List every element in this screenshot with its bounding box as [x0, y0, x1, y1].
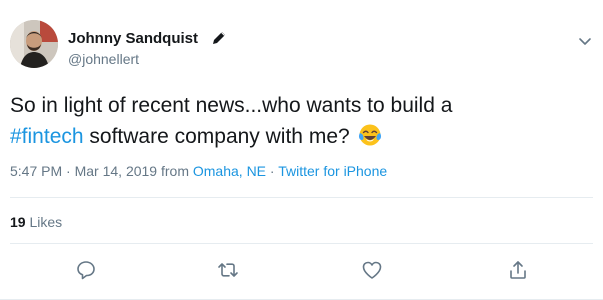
tweet-header: Johnny Sandquist @johnellert	[10, 20, 603, 74]
reply-icon[interactable]	[74, 258, 98, 282]
likes-label: Likes	[25, 214, 63, 230]
likes-count[interactable]: 19 Likes	[10, 214, 62, 230]
display-name[interactable]: Johnny Sandquist	[68, 30, 198, 47]
pen-icon	[210, 29, 228, 47]
tweet-meta: 5:47 PM · Mar 14, 2019 from Omaha, NE · …	[10, 163, 387, 179]
action-bar	[0, 258, 603, 284]
divider	[10, 243, 593, 244]
avatar-image	[10, 20, 58, 68]
tweet-date[interactable]: Mar 14, 2019	[75, 163, 158, 179]
client-link[interactable]: Twitter for iPhone	[278, 163, 387, 179]
avatar[interactable]	[10, 20, 58, 68]
hashtag-link[interactable]: #fintech	[10, 125, 84, 148]
from-label: from	[157, 163, 193, 179]
handle[interactable]: @johnellert	[68, 51, 139, 67]
meta-separator: ·	[62, 163, 75, 179]
likes-number: 19	[10, 214, 26, 230]
tweet-text-before: So in light of recent news...who wants t…	[10, 94, 453, 117]
location-link[interactable]: Omaha, NE	[193, 163, 266, 179]
chevron-down-icon[interactable]	[574, 30, 596, 52]
heart-icon[interactable]	[360, 258, 384, 282]
meta-separator: ·	[266, 163, 279, 179]
tweet-text-after: software company with me?	[83, 125, 356, 148]
share-icon[interactable]	[506, 258, 530, 282]
tears-of-joy-emoji	[358, 123, 382, 147]
retweet-icon[interactable]	[216, 258, 240, 282]
divider	[10, 197, 593, 198]
tweet-card: Johnny Sandquist @johnellert So in light…	[0, 0, 603, 300]
tweet-time[interactable]: 5:47 PM	[10, 163, 62, 179]
tweet-text: So in light of recent news...who wants t…	[10, 90, 590, 152]
